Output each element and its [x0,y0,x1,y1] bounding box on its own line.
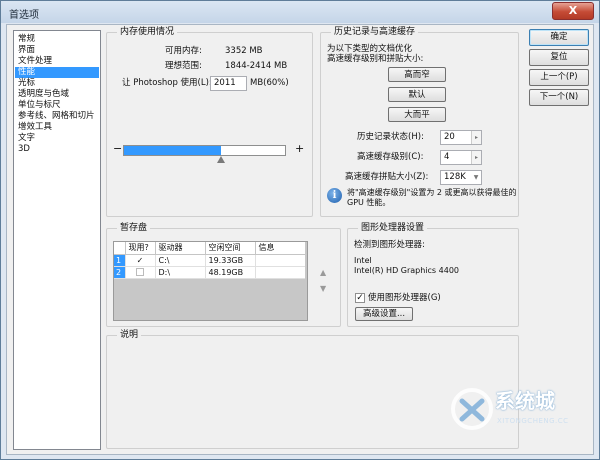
memory-use-input[interactable]: 2011 [210,76,247,91]
cache-tile-size-label: 高速缓存拼贴大小(Z): [345,172,429,182]
cache-levels-input[interactable]: 4 ▸ [440,150,482,165]
drive-cell: C:\ [155,254,206,267]
history-states-arrow-icon[interactable]: ▸ [471,131,481,144]
scratch-disks-title: 暂存盘 [117,223,151,234]
gpu-model: Intel(R) HD Graphics 4400 [354,266,460,275]
history-cache-group: 历史记录与高速缓存 为以下类型的文档优化 高速缓存级别和拼贴大小: 高而窄 默认… [320,27,519,217]
gpu-info-text: 将"高速缓存级别"设置为 2 或更高以获得最佳的 GPU 性能。 [347,188,517,207]
use-gpu-checkbox[interactable]: ✓ [355,293,365,303]
memory-usage-group: 内存使用情况 可用内存: 3352 MB 理想范围: 1844-2414 MB … [106,27,313,217]
info-cell [255,254,305,267]
watermark-brand: 系统城 [495,389,555,413]
ideal-range-value: 1844-2414 MB [225,61,288,71]
gpu-detected-label: 检测到图形处理器: [354,240,425,250]
table-row[interactable]: 1 ✓ C:\ 19.33GB [114,254,305,267]
close-button[interactable]: X [552,2,594,20]
cache-levels-arrow-icon[interactable]: ▸ [471,151,481,164]
dialog-body: 常规 界面 文件处理 性能 光标 透明度与色域 单位与标尺 参考线、网格和切片 … [6,24,594,455]
active-checkbox-cell[interactable]: ✓ [125,254,156,267]
history-states-input[interactable]: 20 ▸ [440,130,482,145]
reset-button[interactable]: 复位 [529,49,589,66]
memory-percent-label: MB(60%) [250,78,289,88]
preferences-window: 首选项 X 常规 界面 文件处理 性能 光标 透明度与色域 单位与标尺 参考线、… [0,0,600,460]
title-bar[interactable]: 首选项 X [1,1,599,23]
advanced-settings-button[interactable]: 高级设置... [355,307,413,321]
cache-tile-size-value: 128K [444,172,466,182]
memory-slider-track[interactable] [123,145,286,156]
window-title: 首选项 [9,10,39,21]
gpu-settings-group: 图形处理器设置 检测到图形处理器: Intel Intel(R) HD Grap… [347,223,519,327]
header-drive[interactable]: 驱动器 [155,242,206,255]
watermark-url: XITONGCHENG.CC [497,417,569,425]
ok-button[interactable]: 确定 [529,29,589,46]
cache-levels-value: 4 [444,152,450,162]
cache-levels-label: 高速缓存级别(C): [357,152,424,162]
header-info[interactable]: 信息 [255,242,305,255]
move-up-icon[interactable]: ▲ [320,267,326,278]
description-title: 说明 [117,330,142,341]
watermark-logo-icon [451,388,493,430]
move-down-icon[interactable]: ▼ [320,283,326,294]
scratch-disk-table[interactable]: 现用? 驱动器 空闲空间 信息 1 ✓ C:\ 19.33GB 2 D:\ 48… [113,241,308,321]
table-header-row: 现用? 驱动器 空闲空间 信息 [114,242,305,255]
category-item-general[interactable]: 常规 [15,34,99,45]
history-cache-title: 历史记录与高速缓存 [331,27,419,38]
info-cell [255,266,305,279]
category-item-type[interactable]: 文字 [15,133,99,144]
row-number: 1 [114,254,126,267]
tall-thin-button[interactable]: 高而窄 [388,67,446,82]
use-gpu-label[interactable]: 使用图形处理器(G) [368,293,441,304]
slider-minus[interactable]: − [113,143,122,154]
header-free-space[interactable]: 空闲空间 [205,242,256,255]
header-active[interactable]: 现用? [125,242,156,255]
free-space-cell: 48.19GB [205,266,256,279]
cache-tile-size-select[interactable]: 128K ▼ [440,170,482,185]
big-flat-button[interactable]: 大而平 [388,107,446,122]
table-row[interactable]: 2 D:\ 48.19GB [114,266,305,279]
category-item-guides[interactable]: 参考线、网格和切片 [15,111,99,122]
row-number: 2 [114,266,126,279]
category-item-interface[interactable]: 界面 [15,45,99,56]
slider-plus[interactable]: + [295,143,304,154]
category-item-cursors[interactable]: 光标 [15,78,99,89]
ideal-range-label: 理想范围: [165,61,202,71]
available-memory-label: 可用内存: [165,46,202,56]
optimize-description: 为以下类型的文档优化 高速缓存级别和拼贴大小: [327,44,424,64]
active-checkbox[interactable]: ✓ [137,256,144,265]
memory-slider-fill [124,146,221,155]
let-photoshop-use-label: 让 Photoshop 使用(L): [122,78,212,88]
drive-cell: D:\ [155,266,206,279]
gpu-settings-title: 图形处理器设置 [358,223,428,234]
category-item-performance[interactable]: 性能 [15,67,99,78]
history-states-value: 20 [444,132,455,142]
scratch-disks-group: 暂存盘 现用? 驱动器 空闲空间 信息 1 ✓ C:\ 19.33GB 2 D:… [106,223,341,327]
category-item-3d[interactable]: 3D [15,144,99,155]
category-item-plugins[interactable]: 增效工具 [15,122,99,133]
category-item-units[interactable]: 单位与标尺 [15,100,99,111]
active-checkbox-cell[interactable] [125,266,156,279]
free-space-cell: 19.33GB [205,254,256,267]
available-memory-value: 3352 MB [225,46,263,56]
header-number-cell [114,242,126,255]
history-states-label: 历史记录状态(H): [357,132,424,142]
chevron-down-icon[interactable]: ▼ [471,171,481,184]
category-item-transparency[interactable]: 透明度与色域 [15,89,99,100]
category-item-file-handling[interactable]: 文件处理 [15,56,99,67]
category-list[interactable]: 常规 界面 文件处理 性能 光标 透明度与色域 单位与标尺 参考线、网格和切片 … [13,30,101,450]
previous-button[interactable]: 上一个(P) [529,69,589,86]
default-button[interactable]: 默认 [388,87,446,102]
active-checkbox[interactable] [136,268,144,276]
next-button[interactable]: 下一个(N) [529,89,589,106]
info-icon: i [327,188,342,203]
memory-usage-title: 内存使用情况 [117,27,178,38]
memory-slider-thumb[interactable] [217,156,225,163]
